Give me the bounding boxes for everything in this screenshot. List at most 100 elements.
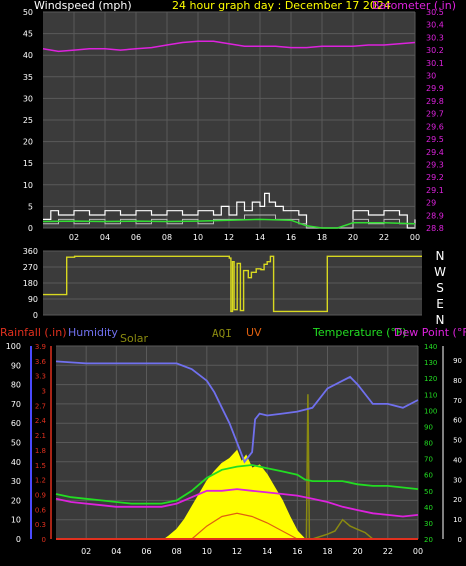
rain-y-tick: 2.1	[35, 432, 46, 440]
barometer-y-tick: 29.6	[426, 122, 444, 131]
secondary-y-tick: 80	[453, 377, 462, 385]
barometer-y-tick: 30	[426, 72, 436, 81]
wind-x-tick: 12	[224, 233, 234, 242]
barometer-y-tick: 28.8	[426, 224, 444, 233]
secondary-y-tick: 0	[458, 536, 462, 544]
weather-x-tick: 14	[262, 547, 272, 556]
temperature-y-tick: 30	[424, 520, 433, 528]
wind-x-tick: 02	[69, 233, 79, 242]
rain-y-tick: 2.4	[35, 417, 47, 425]
rain-y-tick: 1.5	[35, 462, 46, 470]
rain-y-tick: 0.9	[35, 491, 46, 499]
wind-x-tick: 22	[379, 233, 389, 242]
rain-y-tick: 1.2	[35, 477, 46, 485]
weather-x-tick: 18	[322, 547, 332, 556]
weather-x-tick: 10	[202, 547, 212, 556]
secondary-y-tick: 10	[453, 516, 462, 524]
direction-y-tick: 270	[23, 263, 38, 272]
direction-y-tick: 90	[28, 295, 38, 304]
wind-x-tick: 14	[255, 233, 265, 242]
barometer-y-tick: 29	[426, 199, 436, 208]
wind-x-tick: 00	[410, 233, 420, 242]
wind-x-tick: 06	[131, 233, 141, 242]
humidity-y-tick: 40	[11, 458, 21, 467]
barometer-y-tick: 29.9	[426, 84, 444, 93]
secondary-y-tick: 70	[453, 397, 462, 405]
rain-y-tick: 3.9	[35, 343, 46, 351]
wind-y-tick: 45	[23, 30, 33, 39]
weather-x-tick: 20	[353, 547, 363, 556]
temperature-y-tick: 140	[424, 343, 437, 351]
barometer-y-tick: 29.7	[426, 110, 444, 119]
wind-x-tick: 20	[348, 233, 358, 242]
direction-y-tick: 360	[23, 247, 38, 256]
weather-x-tick: 04	[111, 547, 121, 556]
weather-x-tick: 16	[292, 547, 302, 556]
weather-charts: 5045403530252015105002 04 06 08 10 12 14 16 18 20…	[6, 8, 462, 556]
humidity-y-tick: 90	[11, 361, 21, 370]
humidity-y-tick: 20	[11, 496, 21, 505]
direction-y-tick: 0	[33, 311, 38, 320]
temperature-y-tick: 40	[424, 504, 433, 512]
compass-label: E	[436, 297, 444, 311]
wind-y-tick: 15	[23, 159, 33, 168]
humidity-y-tick: 50	[11, 439, 21, 448]
rain-y-tick: 3.3	[35, 373, 46, 381]
weather-x-tick: 22	[383, 547, 393, 556]
temperature-y-tick: 120	[424, 375, 437, 383]
rain-y-tick: 3	[42, 388, 46, 396]
humidity-y-tick: 100	[6, 342, 21, 351]
temperature-y-tick: 20	[424, 536, 433, 544]
humidity-y-tick: 0	[16, 535, 21, 544]
humidity-y-tick: 30	[11, 477, 21, 486]
barometer-y-tick: 29.1	[426, 186, 444, 195]
humidity-y-tick: 70	[11, 400, 21, 409]
weather-x-tick: 06	[141, 547, 151, 556]
temperature-y-tick: 70	[424, 456, 433, 464]
barometer-y-tick: 29.3	[426, 160, 444, 169]
barometer-y-tick: 29.2	[426, 173, 444, 182]
wind-y-tick: 30	[23, 94, 33, 103]
temperature-y-tick: 110	[424, 391, 437, 399]
humidity-y-tick: 80	[11, 381, 21, 390]
barometer-y-tick: 30.3	[426, 33, 444, 42]
wind-y-tick: 35	[23, 73, 33, 82]
barometer-y-tick: 30.2	[426, 46, 444, 55]
wind-y-tick: 50	[23, 8, 33, 17]
compass-label: N	[436, 313, 445, 327]
compass-label: N	[436, 249, 445, 263]
barometer-y-tick: 29.8	[426, 97, 444, 106]
wind-y-tick: 10	[23, 181, 33, 190]
temperature-y-tick: 130	[424, 359, 437, 367]
barometer-y-tick: 30.4	[426, 21, 444, 30]
rain-y-tick: 3.6	[35, 358, 47, 366]
rain-y-tick: 0.3	[35, 521, 46, 529]
wind-x-tick: 18	[317, 233, 327, 242]
barometer-y-tick: 29.4	[426, 148, 444, 157]
temperature-y-tick: 60	[424, 472, 433, 480]
barometer-y-tick: 30.1	[426, 59, 444, 68]
secondary-y-tick: 50	[453, 437, 462, 445]
rain-y-tick: 2.7	[35, 402, 46, 410]
wind-y-tick: 0	[28, 224, 33, 233]
secondary-y-tick: 90	[453, 357, 462, 365]
wind-x-tick: 10	[193, 233, 203, 242]
wind-y-tick: 20	[23, 138, 33, 147]
wind-y-tick: 5	[28, 202, 33, 211]
secondary-y-tick: 40	[453, 456, 462, 464]
direction-y-tick: 180	[23, 279, 38, 288]
temperature-y-tick: 80	[424, 440, 433, 448]
barometer-y-tick: 28.9	[426, 211, 444, 220]
rain-y-tick: 0	[42, 536, 46, 544]
humidity-y-tick: 60	[11, 419, 21, 428]
wind-y-tick: 25	[23, 116, 33, 125]
compass-label: S	[436, 281, 444, 295]
temperature-y-tick: 50	[424, 488, 433, 496]
wind-x-tick: 04	[100, 233, 110, 242]
barometer-y-tick: 29.5	[426, 135, 444, 144]
humidity-y-tick: 10	[11, 516, 21, 525]
rain-y-tick: 0.6	[35, 506, 47, 514]
wind-y-tick: 40	[23, 51, 33, 60]
secondary-y-tick: 30	[453, 476, 462, 484]
wind-x-tick: 16	[286, 233, 296, 242]
